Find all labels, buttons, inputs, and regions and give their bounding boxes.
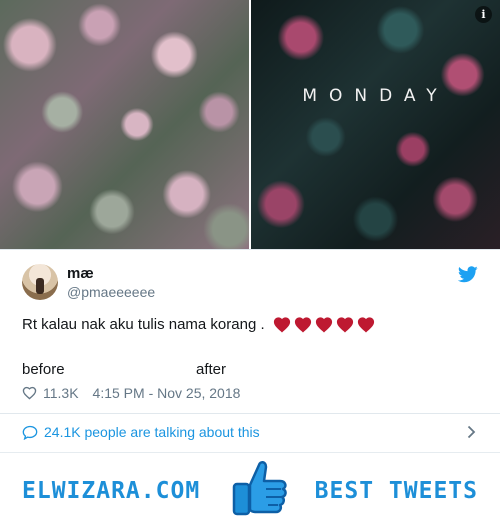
red-heart-icon bbox=[315, 317, 332, 333]
red-heart-icon bbox=[294, 317, 311, 333]
speech-bubble-icon bbox=[22, 425, 38, 440]
conversation-link[interactable]: 24.1K people are talking about this bbox=[22, 424, 260, 440]
avatar[interactable] bbox=[22, 264, 58, 300]
divider bbox=[0, 413, 500, 414]
author-name[interactable]: mæ bbox=[67, 265, 94, 282]
info-icon[interactable]: i bbox=[475, 6, 492, 23]
brand-name[interactable]: ELWIZARA.COM bbox=[22, 478, 200, 504]
tweet-embed: MONDAY i mæ @pmaeeeeee Rt kalau nak aku … bbox=[0, 0, 500, 452]
footer-tagline: BEST TWEETS bbox=[314, 478, 478, 504]
like-count[interactable]: 11.3K bbox=[43, 385, 79, 401]
heart-emoji-row bbox=[273, 316, 375, 333]
divider bbox=[0, 249, 500, 250]
chevron-right-icon[interactable] bbox=[467, 425, 476, 439]
photo-after[interactable]: MONDAY i bbox=[251, 0, 500, 249]
photo-before[interactable] bbox=[0, 0, 249, 249]
like-heart-icon[interactable] bbox=[22, 386, 37, 400]
red-heart-icon bbox=[273, 317, 290, 333]
tweet-text: Rt kalau nak aku tulis nama korang . bbox=[22, 316, 375, 333]
author-handle[interactable]: @pmaeeeeee bbox=[67, 284, 155, 300]
conversation-count: 24.1K people are talking about this bbox=[44, 424, 260, 440]
tweet-body: Rt kalau nak aku tulis nama korang . bbox=[22, 316, 265, 333]
red-heart-icon bbox=[357, 317, 374, 333]
thumbs-up-icon bbox=[232, 461, 287, 516]
red-heart-icon bbox=[336, 317, 353, 333]
tweet-meta: 11.3K 4:15 PM - Nov 25, 2018 bbox=[22, 385, 240, 401]
tweet-photos: MONDAY i bbox=[0, 0, 500, 249]
footer-banner: ELWIZARA.COM BEST TWEETS bbox=[0, 452, 500, 524]
timestamp[interactable]: 4:15 PM - Nov 25, 2018 bbox=[93, 385, 241, 401]
photo-overlay-text: MONDAY bbox=[302, 86, 449, 106]
caption-before: before bbox=[22, 361, 65, 378]
twitter-bird-icon[interactable] bbox=[458, 266, 478, 283]
caption-after: after bbox=[196, 361, 227, 378]
